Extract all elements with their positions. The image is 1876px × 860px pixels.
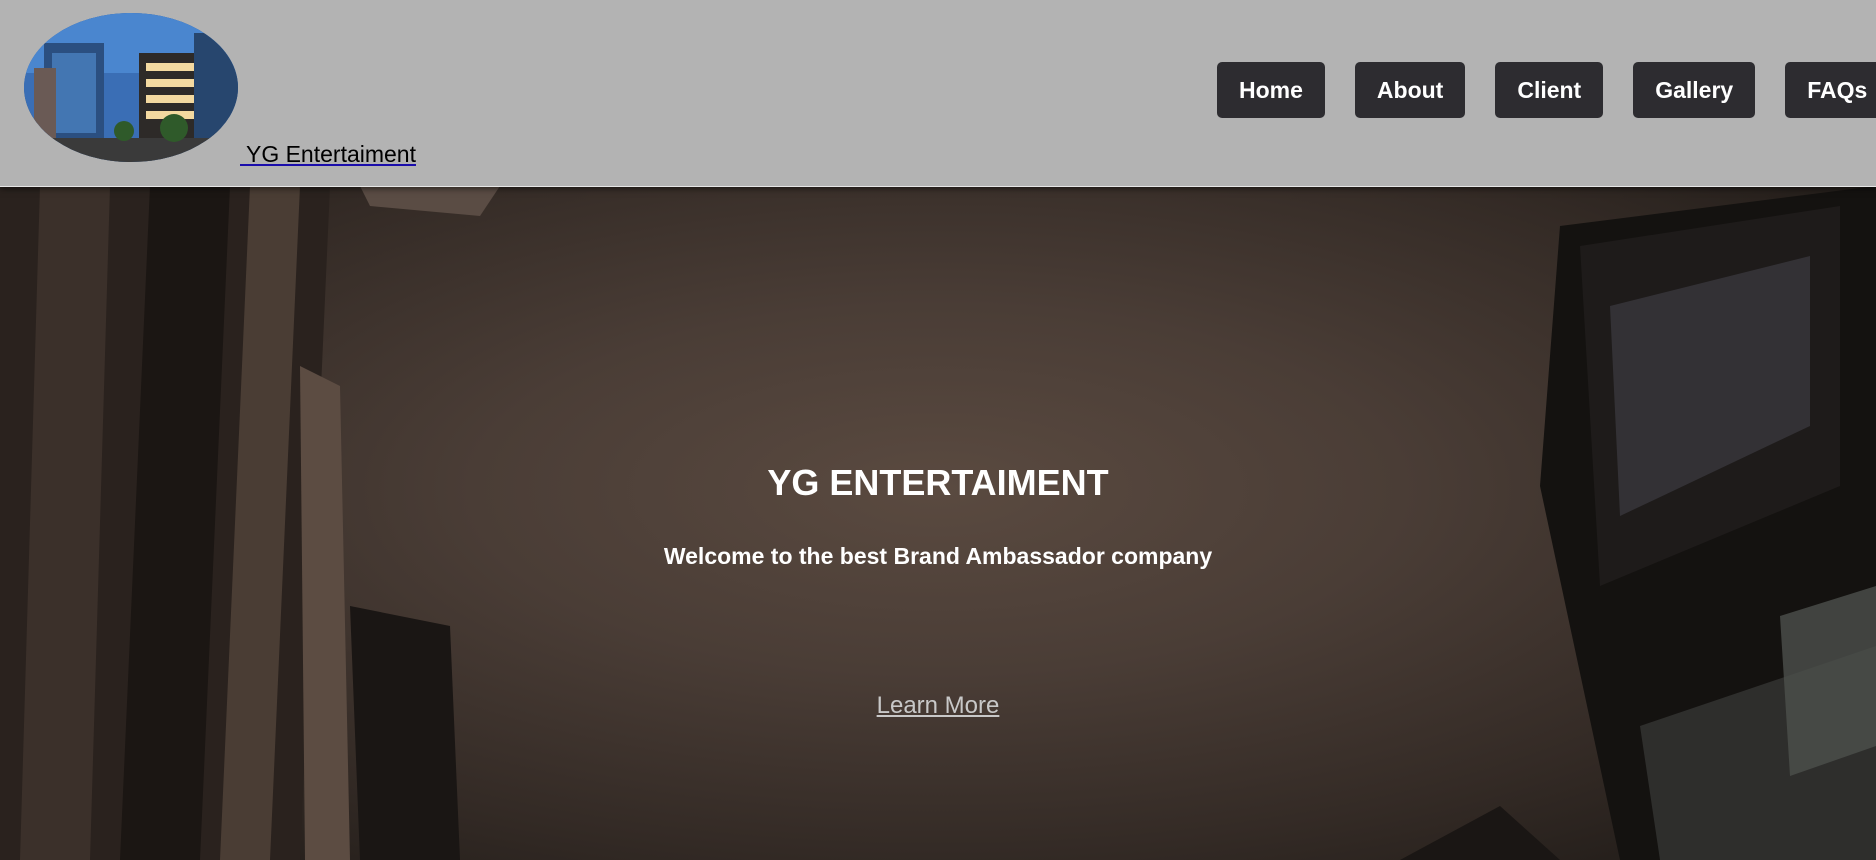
- nav-about-button[interactable]: About: [1354, 62, 1466, 118]
- hero-title: YG ENTERTAIMENT: [767, 462, 1109, 503]
- hero-section: YG ENTERTAIMENT Welcome to the best Bran…: [0, 186, 1876, 860]
- nav-home-button[interactable]: Home: [1217, 62, 1325, 118]
- learn-more-link[interactable]: Learn More: [877, 692, 1000, 719]
- site-header: YG Entertaiment Home About Client Galler…: [0, 0, 1876, 187]
- nav-client-button[interactable]: Client: [1495, 62, 1604, 118]
- brand-link[interactable]: YG Entertaiment: [240, 141, 416, 168]
- hero-cta-wrapper: Learn More: [0, 692, 1876, 720]
- main-nav: Home About Client Gallery FAQs: [1217, 62, 1876, 118]
- building-logo-icon: [24, 13, 238, 162]
- hero-background-image: [0, 186, 1876, 860]
- logo-image[interactable]: [24, 13, 238, 162]
- nav-faqs-button[interactable]: FAQs: [1785, 62, 1876, 118]
- nav-gallery-button[interactable]: Gallery: [1633, 62, 1756, 118]
- hero-subtitle: Welcome to the best Brand Ambassador com…: [663, 543, 1213, 569]
